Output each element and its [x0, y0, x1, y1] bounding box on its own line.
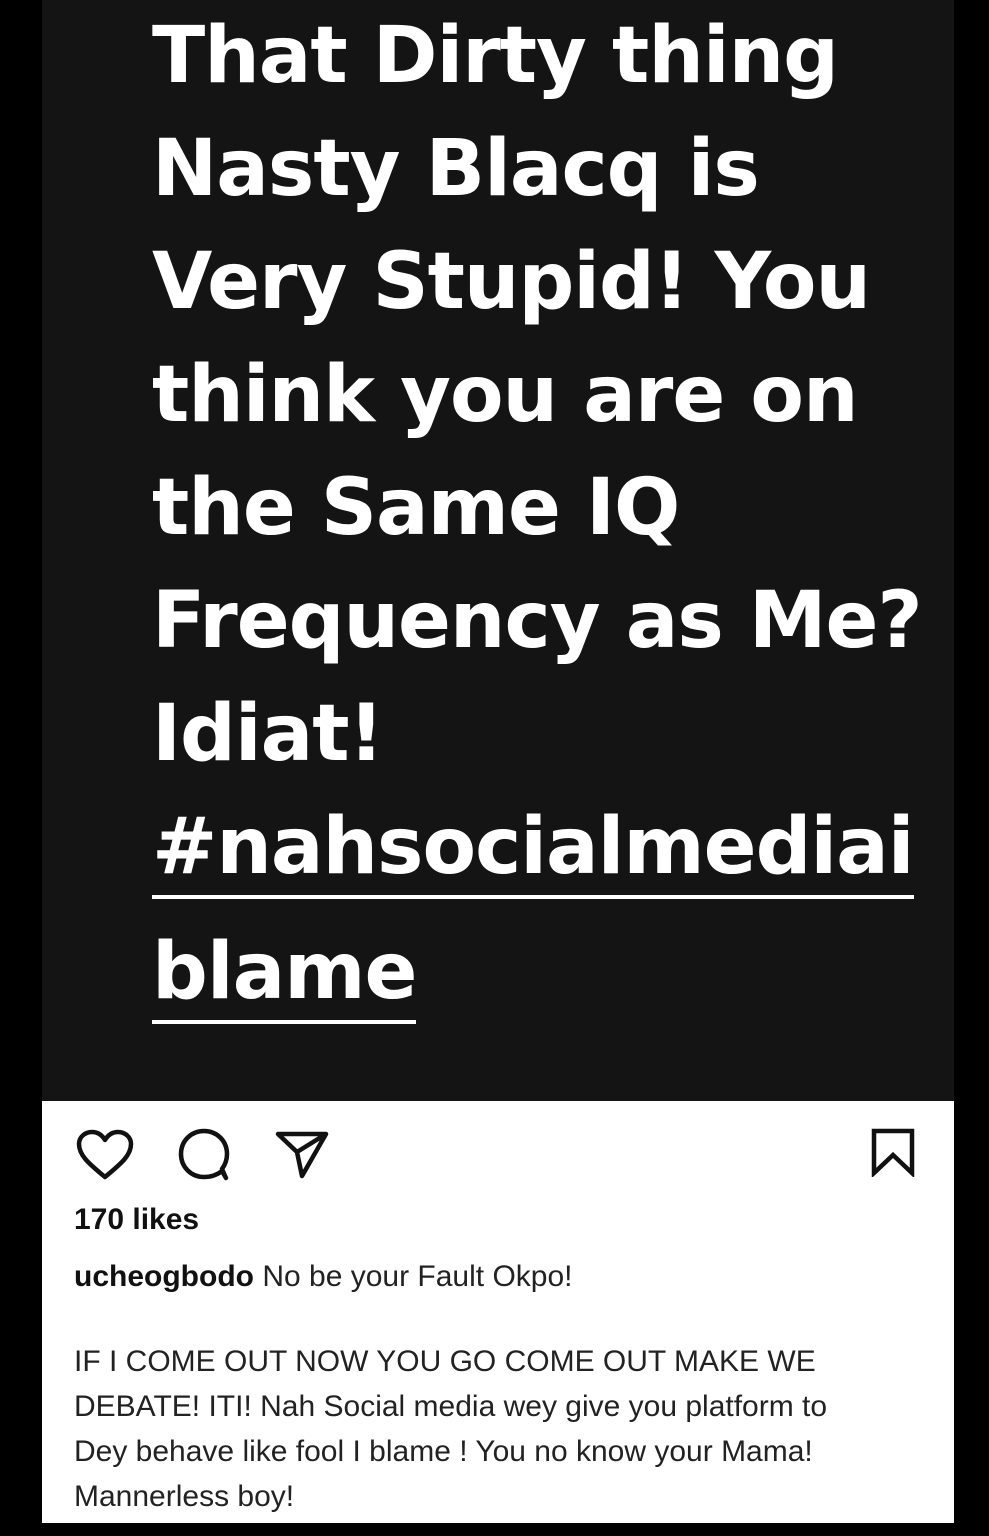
likes-count[interactable]: 170 likes — [74, 1203, 199, 1237]
caption-header: ucheogbodo No be your Fault Okpo! — [74, 1255, 934, 1299]
action-bar — [42, 1101, 954, 1201]
post-details-panel: 170 likes ucheogbodo No be your Fault Ok… — [42, 1101, 954, 1523]
heart-icon[interactable] — [76, 1129, 134, 1181]
caption-body: IF I COME OUT NOW YOU GO COME OUT MAKE W… — [74, 1339, 934, 1519]
hashtag-line: #nahsocialmediai — [152, 799, 915, 899]
image-text-line: Idiat! — [152, 689, 384, 779]
paper-plane-icon[interactable] — [274, 1129, 330, 1181]
image-text-line: Nasty Blacq is — [152, 124, 760, 214]
caption-line: Mannerless boy! — [74, 1480, 295, 1513]
image-text-line: Very Stupid! You — [152, 237, 871, 327]
caption-username[interactable]: ucheogbodo — [74, 1260, 254, 1293]
caption-line: DEBATE! ITI! Nah Social media wey give y… — [74, 1390, 828, 1423]
caption-line: IF I COME OUT NOW YOU GO COME OUT MAKE W… — [74, 1345, 816, 1378]
image-text-line: That Dirty thing — [152, 11, 839, 101]
hashtag-line: blame — [152, 924, 417, 1024]
post-image-text: That Dirty thing Nasty Blacq is Very Stu… — [152, 0, 942, 1041]
caption-first-line: No be your Fault Okpo! — [262, 1260, 573, 1293]
screenshot-frame: That Dirty thing Nasty Blacq is Very Stu… — [0, 0, 989, 1536]
comment-bubble-icon[interactable] — [176, 1127, 232, 1183]
image-text-line: Frequency as Me? — [152, 576, 923, 666]
bookmark-icon[interactable] — [870, 1127, 916, 1177]
image-text-line: think you are on — [152, 350, 859, 440]
caption-line: Dey behave like fool I blame ! You no kn… — [74, 1435, 813, 1468]
image-text-line: the Same IQ — [152, 463, 680, 553]
post-image[interactable]: That Dirty thing Nasty Blacq is Very Stu… — [42, 0, 954, 1101]
